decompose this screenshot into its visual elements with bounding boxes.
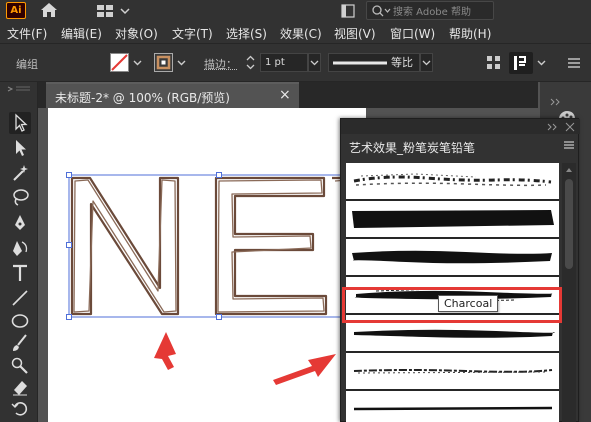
chevron-down-icon xyxy=(133,60,142,66)
stroke-label[interactable]: 描边： xyxy=(204,56,237,72)
home-icon[interactable] xyxy=(39,1,59,19)
toolbar-grip[interactable] xyxy=(6,86,32,92)
title-bar: Ai 搜索 Adobe 帮助 xyxy=(0,0,591,22)
chevron-down-icon xyxy=(310,60,319,66)
menu-object[interactable]: 对象(O) xyxy=(115,25,158,42)
panel-options-icon[interactable] xyxy=(566,55,582,71)
arrange-dropdown[interactable] xyxy=(535,53,548,72)
menu-view[interactable]: 视图(V) xyxy=(334,25,376,42)
magic-wand-tool-icon[interactable] xyxy=(9,162,31,184)
shaper-tool-icon[interactable] xyxy=(9,354,31,376)
selection-tool-icon[interactable] xyxy=(9,112,31,134)
brush-item[interactable] xyxy=(346,391,559,422)
brush-item-charcoal[interactable] xyxy=(346,353,559,389)
ellipse-tool-icon[interactable] xyxy=(9,310,31,332)
none-fill-icon xyxy=(111,54,128,71)
scroll-up-icon xyxy=(566,168,572,172)
stroke-weight-field[interactable]: 1 pt xyxy=(260,53,308,72)
menu-file[interactable]: 文件(F) xyxy=(7,25,47,42)
menu-window[interactable]: 窗口(W) xyxy=(390,25,435,42)
search-placeholder: 搜索 Adobe 帮助 xyxy=(393,7,471,18)
brush-library-panel: 艺术效果_粉笔炭笔铅笔 Charcoal xyxy=(340,118,580,422)
align-icon[interactable] xyxy=(486,55,502,71)
menu-type[interactable]: 文字(T) xyxy=(172,25,213,42)
stroke-weight-stepper[interactable] xyxy=(244,53,257,72)
tools-panel xyxy=(0,82,38,422)
stroke-dropdown[interactable] xyxy=(175,53,188,72)
brush-item[interactable] xyxy=(346,163,559,199)
document-tab-strip: 未标题-2* @ 100% (RGB/预览) × xyxy=(38,82,538,108)
search-icon xyxy=(372,5,391,17)
paintbrush-tool-icon[interactable] xyxy=(9,332,31,354)
brush-list-scrollbar[interactable] xyxy=(562,163,576,422)
profile-dropdown[interactable] xyxy=(420,53,433,72)
lasso-tool-icon[interactable] xyxy=(9,187,31,209)
panel-collapse-icon xyxy=(547,122,575,132)
selection-type-label: 编组 xyxy=(16,58,38,71)
pen-tool-icon[interactable] xyxy=(9,212,31,234)
line-tool-icon[interactable] xyxy=(9,287,31,309)
brush-library-title: 艺术效果_粉笔炭笔铅笔 xyxy=(349,141,476,155)
chevron-down-icon xyxy=(422,60,431,66)
search-input[interactable]: 搜索 Adobe 帮助 xyxy=(366,1,494,20)
workspace-grid-icon[interactable] xyxy=(95,3,135,19)
brush-item[interactable] xyxy=(346,201,559,237)
menu-effect[interactable]: 效果(C) xyxy=(280,25,322,42)
stroke-swatch-icon xyxy=(156,55,171,70)
eraser-tool-icon[interactable] xyxy=(9,376,31,398)
rotate-tool-icon[interactable] xyxy=(9,398,31,420)
stroke-swatch[interactable] xyxy=(154,53,173,72)
menu-bar: 文件(F) 编辑(E) 对象(O) 文字(T) 选择(S) 效果(C) 视图(V… xyxy=(0,22,591,44)
profile-label: 等比 xyxy=(391,56,413,69)
brush-item[interactable] xyxy=(346,239,559,275)
app-logo: Ai xyxy=(6,2,26,19)
curvature-tool-icon[interactable] xyxy=(9,237,31,259)
document-tab-title: 未标题-2* @ 100% (RGB/预览) xyxy=(55,91,230,105)
stroke-weight-dropdown[interactable] xyxy=(308,53,321,72)
close-icon[interactable]: × xyxy=(279,87,291,103)
direct-selection-tool-icon[interactable] xyxy=(9,137,31,159)
scrollbar-thumb[interactable] xyxy=(565,179,573,269)
chevron-down-icon xyxy=(177,60,186,66)
document-icon[interactable] xyxy=(340,3,356,19)
chevron-down-icon xyxy=(537,60,546,66)
menu-edit[interactable]: 编辑(E) xyxy=(61,25,102,42)
illustrator-window: Ai 搜索 Adobe 帮助 文件(F) 编辑(E) 对象(O) 文字(T) 选… xyxy=(0,0,591,422)
document-tab[interactable]: 未标题-2* @ 100% (RGB/预览) × xyxy=(46,82,299,108)
arrange-button[interactable] xyxy=(509,52,533,74)
panel-header-grip[interactable] xyxy=(341,119,580,134)
menu-help[interactable]: 帮助(H) xyxy=(449,25,491,42)
fill-swatch[interactable] xyxy=(110,53,129,72)
fill-dropdown[interactable] xyxy=(131,53,144,72)
brush-name-tooltip: Charcoal xyxy=(438,295,499,312)
control-bar: 编组 描边： 1 pt 等比 xyxy=(0,44,591,82)
dock-collapse-icon[interactable] xyxy=(548,96,572,108)
menu-select[interactable]: 选择(S) xyxy=(226,25,267,42)
variable-width-profile[interactable]: 等比 xyxy=(328,53,420,72)
type-tool-icon[interactable] xyxy=(9,262,31,284)
panel-menu-icon[interactable] xyxy=(563,139,575,151)
